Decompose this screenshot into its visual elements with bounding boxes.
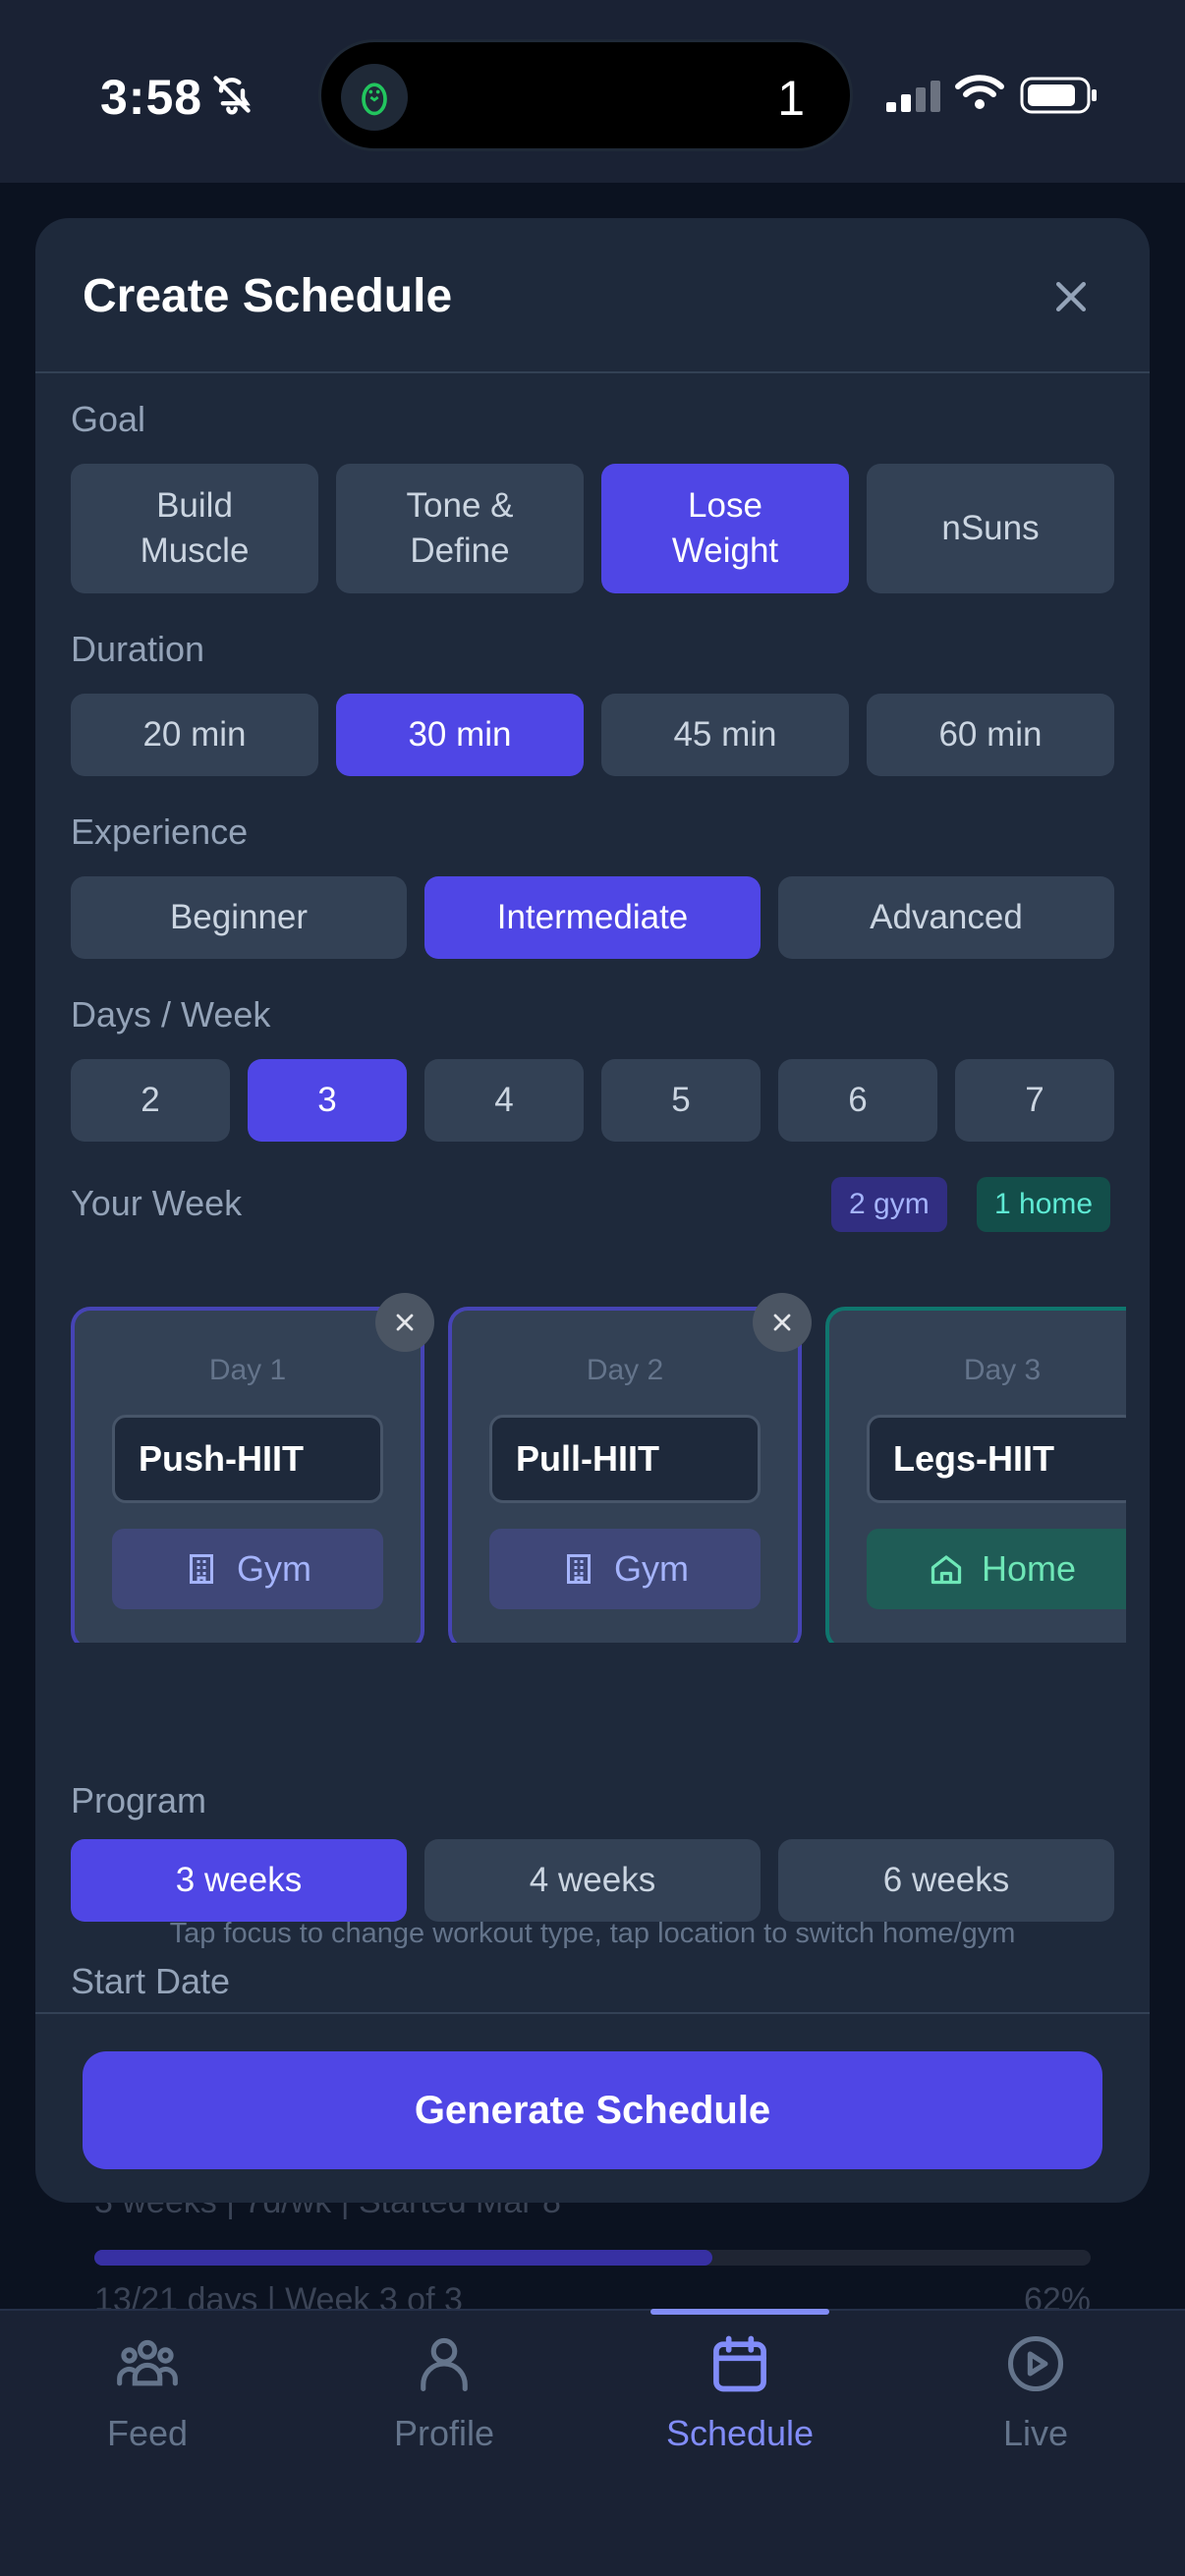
day-location-toggle[interactable]: Home — [867, 1529, 1138, 1609]
goal-option-text: Tone & Define — [406, 486, 514, 570]
day-focus-selector[interactable]: Legs-HIIT — [867, 1415, 1138, 1503]
program-option-4-weeks[interactable]: 4 weeks — [424, 1839, 761, 1922]
program-label: Program — [71, 1780, 207, 1820]
dynamic-island: 1 — [318, 39, 853, 151]
program-option-6-weeks[interactable]: 6 weeks — [778, 1839, 1114, 1922]
people-icon — [117, 2339, 178, 2386]
day-location-label: Gym — [614, 1548, 689, 1589]
day-label: Day 3 — [963, 1354, 1042, 1386]
wifi-icon — [955, 75, 1004, 109]
tab-label: Schedule — [665, 2413, 815, 2453]
goal-label: Goal — [71, 399, 146, 439]
goal-option-text: Lose Weight — [671, 486, 779, 570]
day-location-toggle[interactable]: Gym — [489, 1529, 761, 1609]
goal-option-lose-weight[interactable]: Lose Weight — [601, 464, 849, 593]
day-location-toggle[interactable]: Gym — [112, 1529, 383, 1609]
days-per-week-options: 2 3 4 5 6 7 — [71, 1059, 1114, 1142]
day-location-label: Home — [981, 1548, 1077, 1589]
program-options: 3 weeks 4 weeks 6 weeks — [71, 1839, 1114, 1922]
day-card: Day 2 Pull-HIIT Gym — [448, 1293, 812, 1643]
duration-label: Duration — [71, 629, 205, 669]
gym-count-badge: 2 gym — [831, 1177, 947, 1232]
experience-label: Experience — [71, 812, 249, 852]
days-per-week-label: Days / Week — [71, 994, 271, 1035]
create-schedule-modal: Create Schedule Goal Build Muscle Tone &… — [35, 218, 1150, 2203]
experience-options: Beginner Intermediate Advanced — [71, 876, 1114, 959]
goal-options: Build Muscle Tone & Define Lose Weight n… — [71, 464, 1114, 593]
duration-option-20[interactable]: 20 min — [71, 694, 318, 776]
home-count-badge: 1 home — [977, 1177, 1111, 1232]
days-option-5[interactable]: 5 — [601, 1059, 761, 1142]
day-location-label: Gym — [237, 1548, 311, 1589]
days-option-4[interactable]: 4 — [424, 1059, 584, 1142]
active-tab-indicator — [650, 2309, 829, 2315]
goal-option-text: nSuns — [941, 509, 1040, 547]
experience-option-beginner[interactable]: Beginner — [71, 876, 407, 959]
duration-option-30[interactable]: 30 min — [336, 694, 584, 776]
status-bar: 3:58 1 — [0, 0, 1185, 183]
tab-profile[interactable]: Profile — [336, 2330, 552, 2488]
bg-progress-fill — [94, 2250, 712, 2266]
goal-option-tone-define[interactable]: Tone & Define — [336, 464, 584, 593]
week-days-scroller[interactable]: Day 1 Push-HIIT Gym Day 2 Pull-HIIT Gym — [71, 1289, 1150, 1643]
play-circle-icon — [1007, 2335, 1064, 2392]
close-icon — [1055, 281, 1087, 312]
island-count: 1 — [777, 71, 805, 126]
tab-label: Feed — [106, 2413, 189, 2453]
close-button[interactable] — [1040, 265, 1102, 328]
days-option-2[interactable]: 2 — [71, 1059, 230, 1142]
experience-option-intermediate[interactable]: Intermediate — [424, 876, 761, 959]
experience-option-advanced[interactable]: Advanced — [778, 876, 1114, 959]
duration-options: 20 min 30 min 45 min 60 min — [71, 694, 1114, 776]
duration-option-60[interactable]: 60 min — [867, 694, 1114, 776]
person-icon — [421, 2337, 468, 2392]
cellular-signal-icon — [886, 81, 940, 112]
close-icon — [773, 1314, 791, 1331]
days-option-6[interactable]: 6 — [778, 1059, 937, 1142]
your-week-hint: Tap focus to change workout type, tap lo… — [169, 1918, 1016, 1949]
battery-icon — [1020, 77, 1097, 114]
building-icon — [190, 1554, 213, 1584]
tab-live[interactable]: Live — [928, 2330, 1144, 2488]
day-focus-selector[interactable]: Push-HIIT — [112, 1415, 383, 1503]
tab-label: Profile — [393, 2413, 495, 2453]
day-card: Day 3 Legs-HIIT Home — [825, 1307, 1150, 1643]
remove-day-button[interactable] — [375, 1293, 434, 1352]
tab-feed[interactable]: Feed — [39, 2330, 255, 2488]
your-week-label: Your Week — [71, 1183, 243, 1223]
days-option-3[interactable]: 3 — [248, 1059, 407, 1142]
day-card: Day 1 Push-HIIT Gym — [71, 1293, 434, 1643]
duration-option-45[interactable]: 45 min — [601, 694, 849, 776]
status-time: 3:58 — [100, 70, 203, 125]
tab-schedule[interactable]: Schedule — [632, 2330, 848, 2488]
modal-header: Create Schedule — [35, 218, 1150, 373]
penguin-app-icon — [341, 64, 408, 131]
goal-option-nsuns[interactable]: nSuns — [867, 464, 1114, 593]
remove-day-button[interactable] — [753, 1293, 812, 1352]
day-focus-selector[interactable]: Pull-HIIT — [489, 1415, 761, 1503]
modal-title: Create Schedule — [83, 270, 453, 322]
day-label: Day 1 — [208, 1354, 287, 1386]
calendar-icon — [713, 2335, 766, 2392]
scroller-clip-edge — [1126, 1289, 1150, 1643]
bell-muted-icon — [213, 76, 251, 115]
start-date-label: Start Date — [71, 1961, 231, 2001]
generate-schedule-button[interactable]: Generate Schedule — [83, 2051, 1102, 2169]
building-icon — [567, 1554, 591, 1584]
days-option-7[interactable]: 7 — [955, 1059, 1114, 1142]
tab-label: Live — [1002, 2413, 1069, 2453]
program-option-3-weeks[interactable]: 3 weeks — [71, 1839, 407, 1922]
footer-divider — [35, 2012, 1150, 2014]
day-label: Day 2 — [586, 1354, 664, 1386]
goal-option-text: Build Muscle — [140, 486, 250, 570]
bottom-tab-bar: Feed Profile Schedule Live — [0, 2309, 1185, 2576]
goal-option-build-muscle[interactable]: Build Muscle — [71, 464, 318, 593]
home-icon — [931, 1555, 962, 1585]
close-icon — [396, 1314, 414, 1331]
